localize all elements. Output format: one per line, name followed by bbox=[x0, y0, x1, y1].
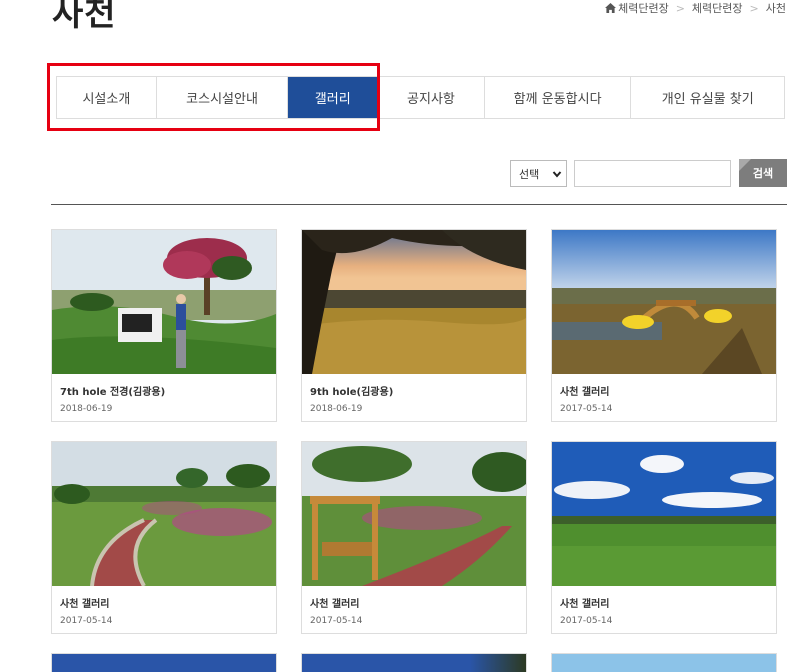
divider bbox=[51, 204, 787, 205]
tab-gallery[interactable]: 갤러리 bbox=[288, 77, 379, 118]
gallery-thumbnail bbox=[52, 230, 276, 374]
gallery-date: 2017-05-14 bbox=[560, 404, 613, 414]
gallery-title: 사천 갤러리 bbox=[60, 599, 110, 610]
breadcrumb-current: 사천 bbox=[765, 2, 786, 15]
search-button[interactable]: 검색 bbox=[739, 159, 787, 187]
gallery-date: 2017-05-14 bbox=[60, 616, 113, 626]
gallery-card[interactable]: 9th hole(김광용) 2018-06-19 bbox=[301, 229, 527, 422]
home-icon bbox=[605, 3, 617, 13]
search-category-select[interactable]: 선택 bbox=[510, 160, 567, 187]
gallery-date: 2018-06-19 bbox=[60, 404, 113, 414]
gallery-date: 2017-05-14 bbox=[560, 616, 613, 626]
gallery-card-partial[interactable] bbox=[551, 653, 777, 672]
gallery-title: 사천 갤러리 bbox=[560, 599, 610, 610]
tab-course-guide[interactable]: 코스시설안내 bbox=[157, 77, 289, 118]
gallery-card-partial[interactable] bbox=[51, 653, 277, 672]
gallery-card[interactable]: 사천 갤러리 2017-05-14 bbox=[551, 229, 777, 422]
gallery-thumbnail bbox=[302, 654, 526, 672]
breadcrumb-item[interactable]: 체력단련장 bbox=[692, 0, 743, 16]
tab-notice[interactable]: 공지사항 bbox=[378, 77, 485, 118]
tab-lost-and-found[interactable]: 개인 유실물 찾기 bbox=[631, 77, 784, 118]
chevron-right-icon: > bbox=[675, 1, 685, 15]
chevron-down-icon bbox=[552, 171, 562, 178]
gallery-thumbnail bbox=[52, 442, 276, 586]
gallery-card[interactable]: 7th hole 전경(김광용) 2018-06-19 bbox=[51, 229, 277, 422]
breadcrumb-home[interactable]: 체력단련장 bbox=[605, 0, 669, 16]
gallery-thumbnail bbox=[552, 654, 776, 672]
gallery-card[interactable]: 사천 갤러리 2017-05-14 bbox=[51, 441, 277, 634]
gallery-thumbnail bbox=[302, 230, 526, 374]
search-select-value: 선택 bbox=[519, 167, 540, 181]
gallery-thumbnail bbox=[552, 442, 776, 586]
search-button-label: 검색 bbox=[752, 167, 774, 180]
gallery-thumbnail bbox=[52, 654, 276, 672]
sub-navigation-tabs: 시설소개 코스시설안내 갤러리 공지사항 함께 운동합시다 개인 유실물 찾기 bbox=[56, 76, 785, 119]
gallery-card[interactable]: 사천 갤러리 2017-05-14 bbox=[551, 441, 777, 634]
chevron-right-icon: > bbox=[749, 1, 759, 15]
corner-fold-decoration bbox=[739, 159, 751, 171]
gallery-title: 9th hole(김광용) bbox=[310, 387, 394, 398]
tab-exercise-together[interactable]: 함께 운동합시다 bbox=[485, 77, 632, 118]
gallery-card[interactable]: 사천 갤러리 2017-05-14 bbox=[301, 441, 527, 634]
gallery-title: 사천 갤러리 bbox=[560, 387, 610, 398]
gallery-title: 7th hole 전경(김광용) bbox=[60, 387, 166, 398]
gallery-date: 2018-06-19 bbox=[310, 404, 363, 414]
tab-facility-intro[interactable]: 시설소개 bbox=[57, 77, 157, 118]
gallery-date: 2017-05-14 bbox=[310, 616, 363, 626]
search-input[interactable] bbox=[574, 160, 731, 187]
gallery-card-partial[interactable] bbox=[301, 653, 527, 672]
gallery-title: 사천 갤러리 bbox=[310, 599, 360, 610]
gallery-thumbnail bbox=[552, 230, 776, 374]
gallery-thumbnail bbox=[302, 442, 526, 586]
breadcrumb-label: 체력단련장 bbox=[618, 2, 669, 15]
page-title: 사천 bbox=[52, 0, 117, 34]
breadcrumb: 체력단련장 > 체력단련장 > 사천 bbox=[605, 0, 786, 16]
